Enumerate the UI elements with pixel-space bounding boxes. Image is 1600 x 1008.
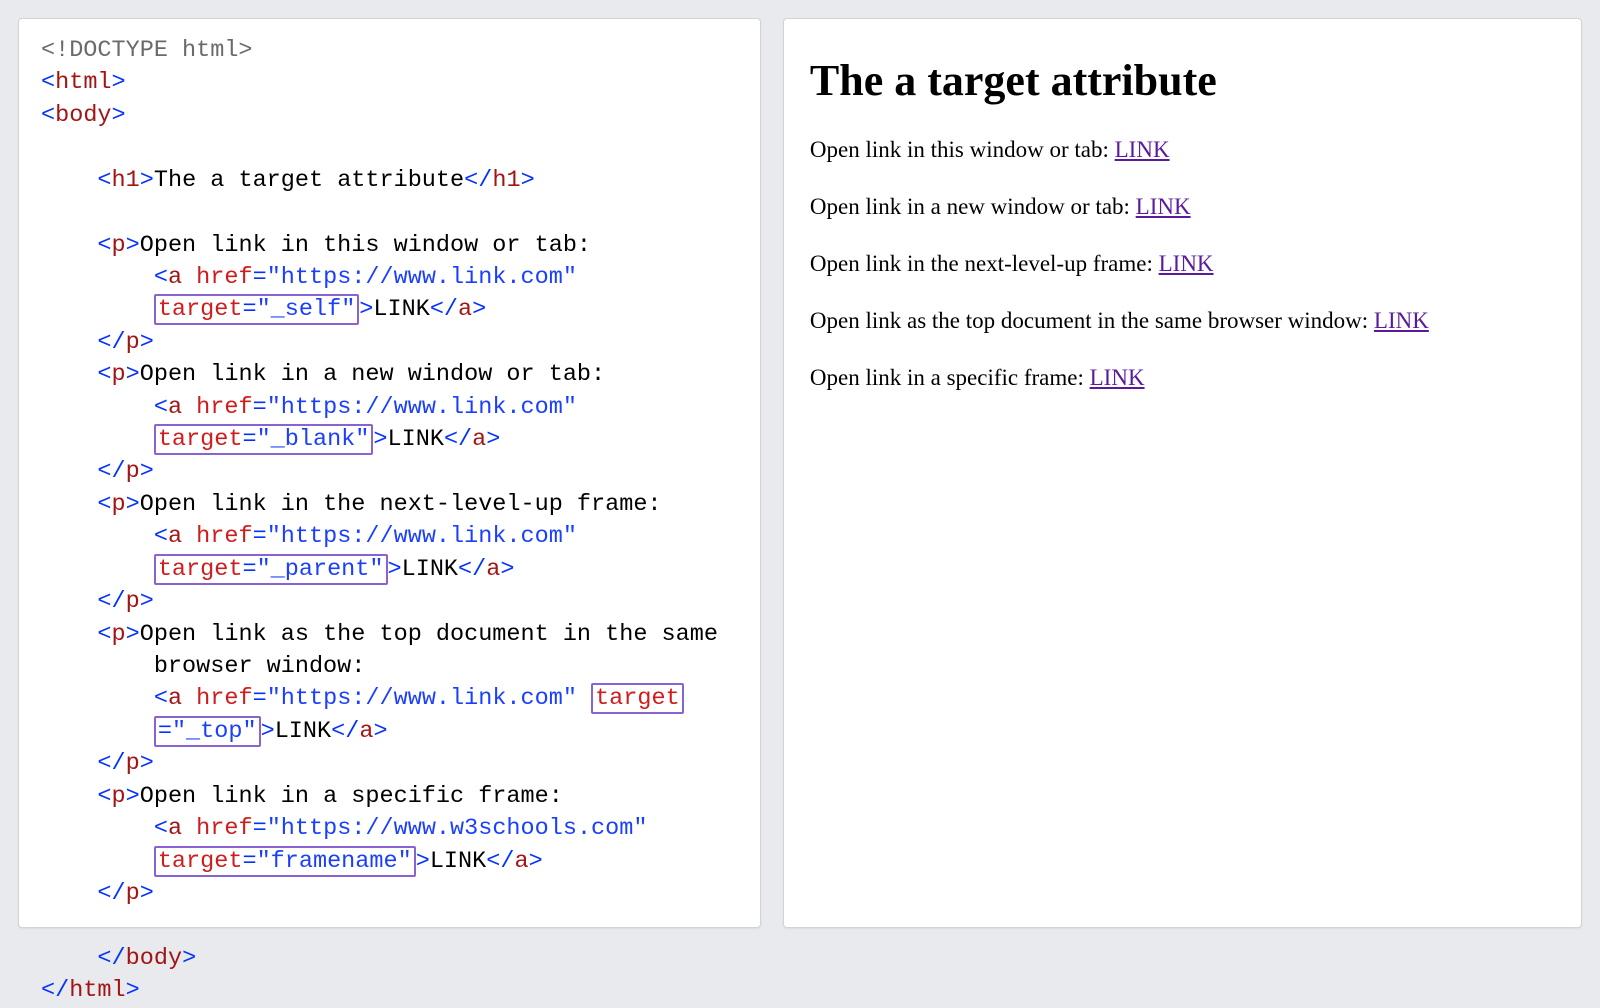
body-open: <body> [41, 102, 126, 129]
preview-link-5[interactable]: LINK [1090, 365, 1145, 390]
p1-text: Open link in this window or tab: [140, 232, 591, 259]
highlight-target-top-2: ="_top" [154, 716, 261, 747]
preview-link-2[interactable]: LINK [1136, 194, 1191, 219]
highlight-target-parent: target="_parent" [154, 554, 388, 585]
source-code-panel: <!DOCTYPE html> <html> <body> <h1>The a … [18, 18, 761, 928]
p4-text-b: browser window: [154, 653, 366, 680]
preview-line-4: Open link as the top document in the sam… [810, 305, 1555, 336]
preview-line-1: Open link in this window or tab: LINK [810, 134, 1555, 165]
highlight-target-self: target="_self" [154, 294, 359, 325]
preview-heading: The a target attribute [810, 55, 1555, 106]
preview-panel: The a target attribute Open link in this… [783, 18, 1582, 928]
html-open: <html> [41, 69, 126, 96]
preview-link-1[interactable]: LINK [1115, 137, 1170, 162]
p3-text: Open link in the next-level-up frame: [140, 491, 662, 518]
preview-line-2: Open link in a new window or tab: LINK [810, 191, 1555, 222]
p2-text: Open link in a new window or tab: [140, 361, 605, 388]
split-view: <!DOCTYPE html> <html> <body> <h1>The a … [18, 18, 1582, 928]
preview-line-5: Open link in a specific frame: LINK [810, 362, 1555, 393]
highlight-target-top-1: target [591, 683, 684, 714]
p4-text-a: Open link as the top document in the sam… [140, 621, 718, 648]
h1-text: The a target attribute [154, 167, 464, 194]
preview-link-3[interactable]: LINK [1159, 251, 1214, 276]
doctype: <!DOCTYPE html> [41, 37, 253, 64]
preview-link-4[interactable]: LINK [1374, 308, 1429, 333]
highlight-target-blank: target="_blank" [154, 424, 374, 455]
highlight-target-framename: target="framename" [154, 846, 416, 877]
preview-line-3: Open link in the next-level-up frame: LI… [810, 248, 1555, 279]
p5-text: Open link in a specific frame: [140, 783, 563, 810]
